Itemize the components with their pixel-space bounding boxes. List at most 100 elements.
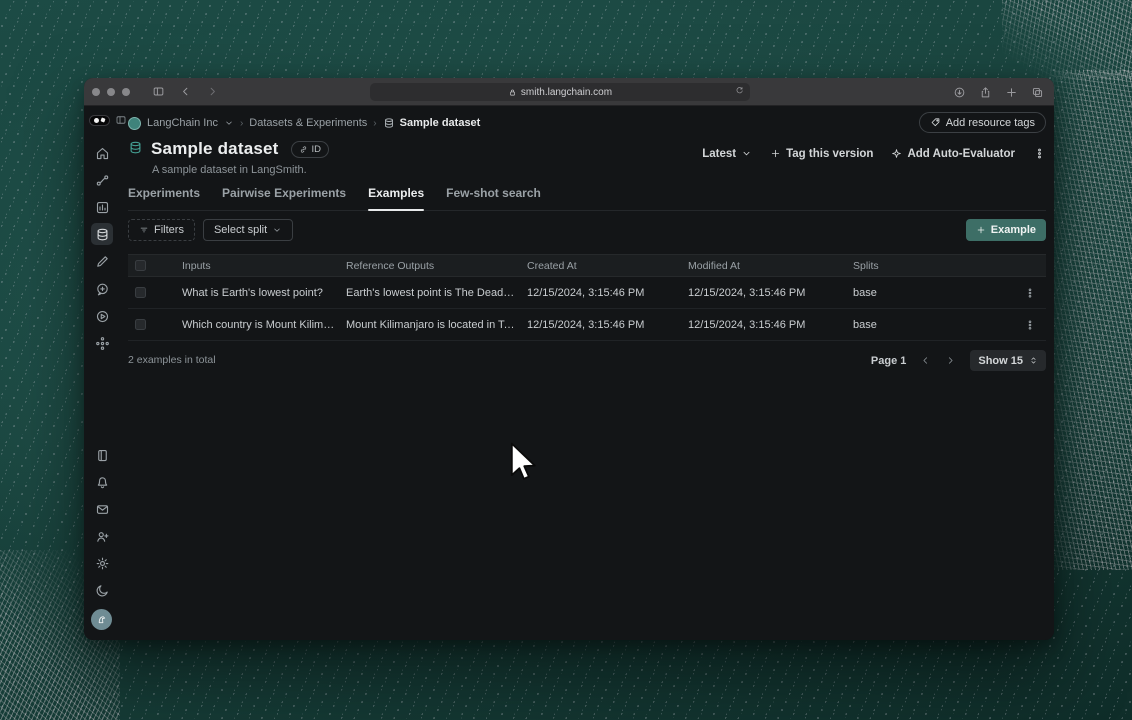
select-all-checkbox[interactable]	[135, 260, 146, 271]
column-header-inputs[interactable]: Inputs	[182, 260, 346, 272]
breadcrumb-current[interactable]: Sample dataset	[383, 117, 480, 129]
collapse-sidebar-icon[interactable]	[115, 114, 127, 126]
breadcrumb-section[interactable]: Datasets & Experiments	[249, 117, 367, 129]
breadcrumb-separator-icon: ›	[239, 117, 244, 129]
table-row[interactable]: Which country is Mount Kilimanjaro... Mo…	[128, 309, 1046, 341]
examples-total-label: 2 examples in total	[128, 354, 216, 366]
mouse-cursor	[510, 442, 536, 480]
cell-reference-outputs: Mount Kilimanjaro is located in Tanzania…	[346, 318, 527, 331]
playground-icon[interactable]	[91, 305, 113, 327]
cell-created-at: 12/15/2024, 3:15:46 PM	[527, 318, 645, 331]
page-title: Sample dataset	[151, 139, 279, 158]
feedback-mail-icon[interactable]	[91, 498, 113, 520]
cell-splits: base	[853, 286, 877, 299]
url-text: smith.langchain.com	[520, 86, 613, 98]
plus-icon	[770, 148, 781, 159]
tab-few-shot-search[interactable]: Few-shot search	[446, 186, 541, 210]
address-bar[interactable]: smith.langchain.com	[370, 83, 750, 101]
row-menu-icon[interactable]	[1014, 319, 1046, 331]
chevron-down-icon	[741, 148, 752, 159]
select-split-dropdown[interactable]: Select split	[202, 219, 294, 241]
annotation-queues-icon[interactable]	[91, 250, 113, 272]
id-badge[interactable]: ID	[290, 140, 330, 158]
cell-reference-outputs: Earth's lowest point is The Dead Sea.	[346, 286, 527, 299]
cell-created-at: 12/15/2024, 3:15:46 PM	[527, 286, 645, 299]
chevron-down-icon[interactable]	[224, 118, 234, 128]
browser-window: smith.langchain.com LangChain Inc › Data…	[84, 78, 1054, 640]
latest-version-dropdown[interactable]: Latest	[702, 148, 752, 160]
tracing-projects-icon[interactable]	[91, 169, 113, 191]
sidebar-toggle-icon[interactable]	[152, 85, 165, 98]
settings-icon[interactable]	[91, 552, 113, 574]
langsmith-app: LangChain Inc › Datasets & Experiments ›…	[84, 106, 1054, 640]
filters-button[interactable]: Filters	[128, 219, 195, 241]
home-icon[interactable]	[91, 142, 113, 164]
add-example-button[interactable]: Example	[965, 219, 1046, 241]
user-avatar[interactable]	[91, 609, 112, 630]
share-icon[interactable]	[979, 86, 992, 99]
table-row[interactable]: What is Earth's lowest point? Earth's lo…	[128, 277, 1046, 309]
back-icon[interactable]	[179, 85, 192, 98]
zoom-window-button[interactable]	[122, 87, 130, 96]
breadcrumb-separator-icon: ›	[373, 117, 377, 129]
row-menu-icon[interactable]	[1014, 287, 1046, 299]
tab-experiments[interactable]: Experiments	[128, 186, 200, 210]
minimize-window-button[interactable]	[107, 87, 115, 96]
plus-icon	[976, 225, 986, 235]
downloads-icon[interactable]	[953, 86, 966, 99]
tab-bar: Experiments Pairwise Experiments Example…	[128, 186, 1046, 211]
chevron-down-icon	[272, 225, 282, 235]
cell-modified-at: 12/15/2024, 3:15:46 PM	[688, 286, 806, 299]
column-header-modified-at[interactable]: Modified At	[688, 260, 853, 272]
previous-page-icon[interactable]	[920, 355, 931, 366]
show-tabs-icon[interactable]	[1031, 86, 1044, 99]
filter-icon	[139, 225, 149, 235]
examples-table: Inputs Reference Outputs Created At Modi…	[128, 254, 1046, 341]
datasets-icon[interactable]	[91, 223, 113, 245]
breadcrumb-org[interactable]: LangChain Inc	[147, 117, 218, 129]
column-header-reference-outputs[interactable]: Reference Outputs	[346, 260, 527, 272]
tab-examples[interactable]: Examples	[368, 186, 425, 211]
cell-inputs: Which country is Mount Kilimanjaro...	[182, 318, 346, 331]
browser-chrome: smith.langchain.com	[84, 78, 1054, 106]
refresh-icon[interactable]	[735, 86, 744, 95]
prompts-icon[interactable]	[91, 278, 113, 300]
dataset-icon	[128, 140, 143, 158]
langsmith-logo	[89, 114, 110, 126]
org-avatar	[128, 116, 141, 130]
invite-user-icon[interactable]	[91, 525, 113, 547]
traffic-lights	[92, 87, 130, 96]
cell-modified-at: 12/15/2024, 3:15:46 PM	[688, 318, 806, 331]
deployments-icon[interactable]	[91, 332, 113, 354]
lock-icon	[508, 88, 517, 97]
close-window-button[interactable]	[92, 87, 100, 96]
monitoring-icon[interactable]	[91, 196, 113, 218]
page-size-select[interactable]: Show 15	[970, 350, 1046, 371]
new-tab-icon[interactable]	[1005, 86, 1018, 99]
docs-icon[interactable]	[91, 444, 113, 466]
notifications-icon[interactable]	[91, 471, 113, 493]
add-auto-evaluator-button[interactable]: Add Auto-Evaluator	[891, 148, 1015, 160]
page-indicator: Page 1	[870, 354, 907, 367]
tag-icon	[930, 117, 941, 128]
page-subtitle: A sample dataset in LangSmith.	[152, 164, 307, 176]
column-header-created-at[interactable]: Created At	[527, 260, 688, 272]
next-page-icon[interactable]	[945, 355, 956, 366]
dataset-icon	[383, 117, 395, 129]
up-down-icon	[1029, 356, 1038, 365]
row-checkbox[interactable]	[135, 319, 146, 330]
link-icon	[299, 145, 308, 154]
cell-inputs: What is Earth's lowest point?	[182, 286, 323, 299]
add-resource-tags-button[interactable]: Add resource tags	[918, 112, 1046, 133]
tab-pairwise-experiments[interactable]: Pairwise Experiments	[222, 186, 346, 210]
forward-icon[interactable]	[206, 85, 219, 98]
tag-this-version-button[interactable]: Tag this version	[770, 148, 873, 160]
row-checkbox[interactable]	[135, 287, 146, 298]
cell-splits: base	[853, 318, 877, 331]
table-header-row: Inputs Reference Outputs Created At Modi…	[128, 254, 1046, 277]
column-header-splits[interactable]: Splits	[853, 260, 1014, 272]
theme-toggle-moon-icon[interactable]	[91, 579, 113, 601]
more-options-icon[interactable]	[1033, 147, 1046, 160]
breadcrumb: LangChain Inc › Datasets & Experiments ›…	[128, 114, 480, 132]
left-navigation-rail	[84, 106, 128, 640]
